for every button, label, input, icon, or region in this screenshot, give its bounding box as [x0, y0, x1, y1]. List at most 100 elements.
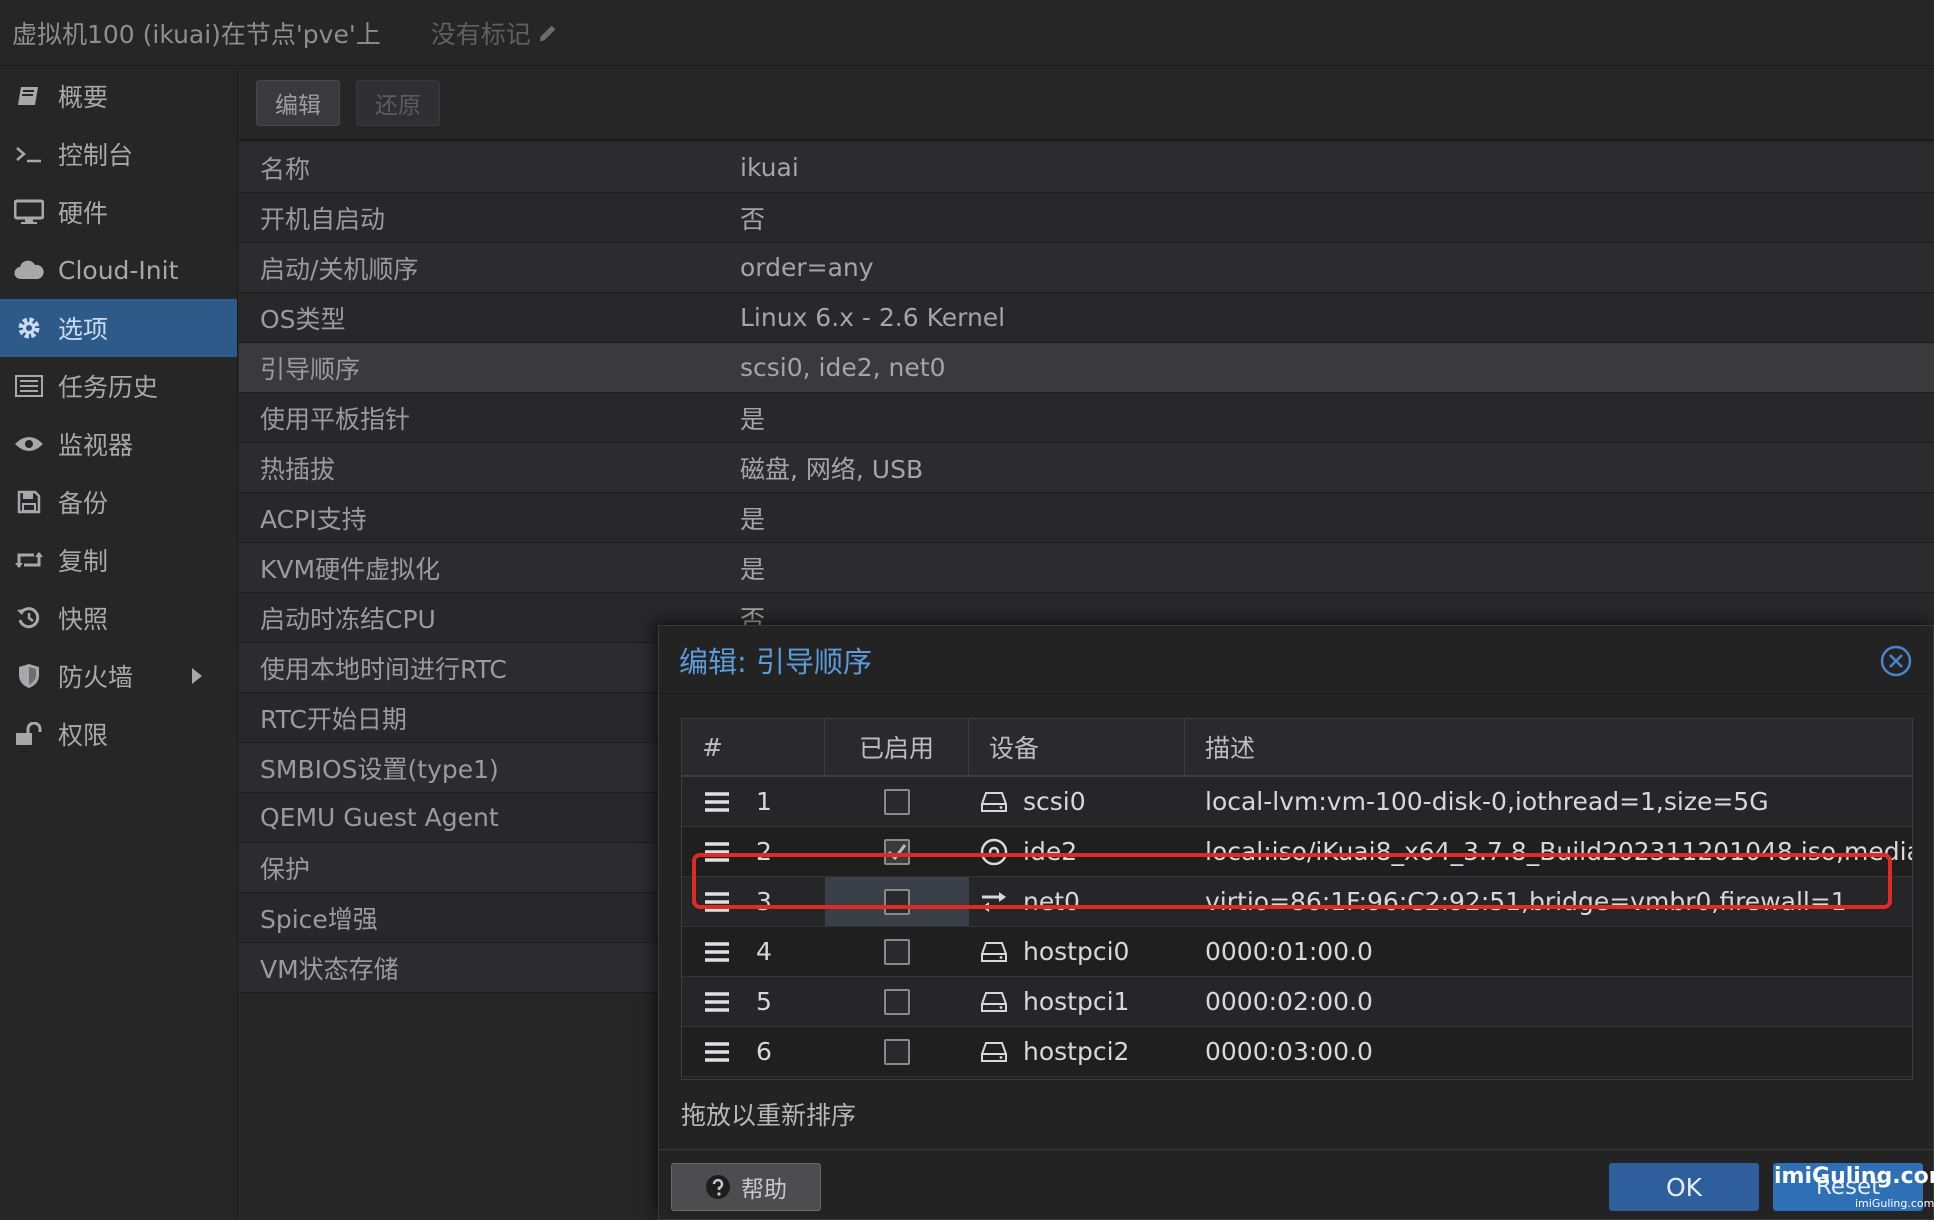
- table-row[interactable]: 2 ide2 local:iso/iKuai8_x64_3.7.8_Build2…: [682, 827, 1912, 877]
- floppy-icon: [14, 487, 44, 517]
- option-name: 引导顺序: [260, 354, 361, 384]
- enabled-checkbox[interactable]: [884, 788, 910, 815]
- row-number: 4: [756, 937, 772, 966]
- column-header-device[interactable]: 设备: [969, 719, 1185, 775]
- drag-handle-icon[interactable]: [704, 791, 730, 813]
- device-name: hostpci1: [1023, 987, 1130, 1016]
- ok-button[interactable]: OK: [1609, 1163, 1759, 1211]
- drag-handle-icon[interactable]: [704, 891, 730, 913]
- hdd-icon: [979, 937, 1009, 967]
- row-number: 5: [756, 987, 772, 1016]
- hdd-icon: [979, 987, 1009, 1017]
- sidebar-item-label: 概要: [58, 83, 109, 112]
- drag-handle-icon[interactable]: [704, 991, 730, 1013]
- option-value: 是: [740, 404, 766, 434]
- description: virtio=86:1F:96:C2:92:51,bridge=vmbr0,fi…: [1205, 887, 1847, 916]
- enabled-cell: [825, 827, 969, 876]
- table-row[interactable]: 开机自启动 否: [239, 193, 1934, 243]
- description: local-lvm:vm-100-disk-0,iothread=1,size=…: [1205, 787, 1769, 816]
- row-number-cell: 4: [682, 927, 825, 976]
- book-icon: [14, 81, 44, 111]
- boot-order-dialog: 编辑: 引导顺序 # 已启用 设备 描述 1 scsi0 local-lvm:v…: [658, 625, 1934, 1220]
- enabled-checkbox[interactable]: [884, 1038, 910, 1065]
- enabled-checkbox[interactable]: [884, 988, 910, 1015]
- top-bar: 虚拟机100 (ikuai)在节点'pve'上 没有标记: [0, 0, 1934, 66]
- sidebar-item-firewall[interactable]: 防火墙: [0, 647, 237, 705]
- history-icon: [14, 603, 44, 633]
- check-icon: [887, 843, 907, 860]
- edit-button[interactable]: 编辑: [256, 80, 340, 126]
- table-row[interactable]: 1 scsi0 local-lvm:vm-100-disk-0,iothread…: [682, 777, 1912, 827]
- enabled-cell: [825, 877, 969, 926]
- sidebar-item-permissions[interactable]: 权限: [0, 705, 237, 763]
- row-number-cell: 3: [682, 877, 825, 926]
- cloud-icon: [14, 255, 44, 285]
- table-row[interactable]: 6 hostpci2 0000:03:00.0: [682, 1027, 1912, 1077]
- device-name: hostpci2: [1023, 1037, 1130, 1066]
- vm-title: 虚拟机100 (ikuai)在节点'pve'上: [12, 19, 381, 49]
- sidebar-item-hardware[interactable]: 硬件: [0, 183, 237, 241]
- description: 0000:03:00.0: [1205, 1037, 1373, 1066]
- sidebar-item-backup[interactable]: 备份: [0, 473, 237, 531]
- column-header-desc[interactable]: 描述: [1185, 719, 1912, 775]
- column-header-num[interactable]: #: [682, 719, 825, 775]
- enabled-checkbox[interactable]: [884, 938, 910, 965]
- terminal-icon: [14, 139, 44, 169]
- table-row[interactable]: ACPI支持 是: [239, 493, 1934, 543]
- options-toolbar: 编辑 还原: [239, 67, 1934, 141]
- pencil-icon[interactable]: [537, 22, 559, 44]
- table-row-selected[interactable]: 引导顺序 scsi0, ide2, net0: [239, 343, 1934, 393]
- option-name: 使用平板指针: [260, 404, 411, 434]
- sidebar-item-cloudinit[interactable]: Cloud-Init: [0, 241, 237, 299]
- column-header-enabled[interactable]: 已启用: [825, 719, 969, 775]
- cdrom-icon: [979, 837, 1009, 867]
- option-name: OS类型: [260, 304, 346, 334]
- sidebar-item-label: Cloud-Init: [58, 255, 179, 285]
- sidebar-item-label: 选项: [58, 315, 109, 344]
- unlock-icon: [14, 719, 44, 749]
- sidebar-item-summary[interactable]: 概要: [0, 67, 237, 125]
- description: 0000:01:00.0: [1205, 937, 1373, 966]
- option-value: order=any: [740, 253, 874, 282]
- drag-handle-icon[interactable]: [704, 841, 730, 863]
- close-icon[interactable]: [1879, 644, 1913, 678]
- table-row[interactable]: 启动/关机顺序 order=any: [239, 243, 1934, 293]
- table-row[interactable]: KVM硬件虚拟化 是: [239, 543, 1934, 593]
- list-icon: [14, 371, 44, 401]
- table-row[interactable]: 名称 ikuai: [239, 143, 1934, 193]
- sidebar-item-label: 任务历史: [58, 373, 159, 402]
- sidebar-item-options[interactable]: 选项: [0, 299, 237, 357]
- tags-editor[interactable]: 没有标记: [431, 15, 559, 51]
- table-row[interactable]: 5 hostpci1 0000:02:00.0: [682, 977, 1912, 1027]
- drag-handle-icon[interactable]: [704, 941, 730, 963]
- help-label: 帮助: [741, 1177, 787, 1203]
- sidebar-item-task-history[interactable]: 任务历史: [0, 357, 237, 415]
- option-name: KVM硬件虚拟化: [260, 554, 441, 584]
- boot-order-grid: # 已启用 设备 描述 1 scsi0 local-lvm:vm-100-dis…: [681, 718, 1913, 1080]
- revert-button[interactable]: 还原: [356, 80, 440, 126]
- eye-icon: [14, 429, 44, 459]
- table-row[interactable]: 3 net0 virtio=86:1F:96:C2:92:51,bridge=v…: [682, 877, 1912, 927]
- table-row[interactable]: 4 hostpci0 0000:01:00.0: [682, 927, 1912, 977]
- sidebar-item-replication[interactable]: 复制: [0, 531, 237, 589]
- question-icon: [706, 1175, 730, 1199]
- drag-handle-icon[interactable]: [704, 1041, 730, 1063]
- sidebar-item-monitor[interactable]: 监视器: [0, 415, 237, 473]
- gear-icon: [14, 313, 44, 343]
- hdd-icon: [979, 1037, 1009, 1067]
- caret-right-icon[interactable]: [191, 667, 203, 685]
- enabled-checkbox[interactable]: [884, 838, 910, 865]
- sidebar-item-console[interactable]: 控制台: [0, 125, 237, 183]
- enabled-cell: [825, 927, 969, 976]
- enabled-checkbox[interactable]: [884, 888, 910, 915]
- hdd-icon: [979, 787, 1009, 817]
- table-row[interactable]: 热插拔 磁盘, 网络, USB: [239, 443, 1934, 493]
- table-row[interactable]: OS类型 Linux 6.x - 2.6 Kernel: [239, 293, 1934, 343]
- device-name: net0: [1023, 887, 1080, 916]
- watermark: imiGuling.com: [1774, 1164, 1934, 1189]
- row-number-cell: 5: [682, 977, 825, 1026]
- sidebar-item-snapshots[interactable]: 快照: [0, 589, 237, 647]
- device-name: hostpci0: [1023, 937, 1130, 966]
- help-button[interactable]: 帮助: [671, 1163, 821, 1211]
- table-row[interactable]: 使用平板指针 是: [239, 393, 1934, 443]
